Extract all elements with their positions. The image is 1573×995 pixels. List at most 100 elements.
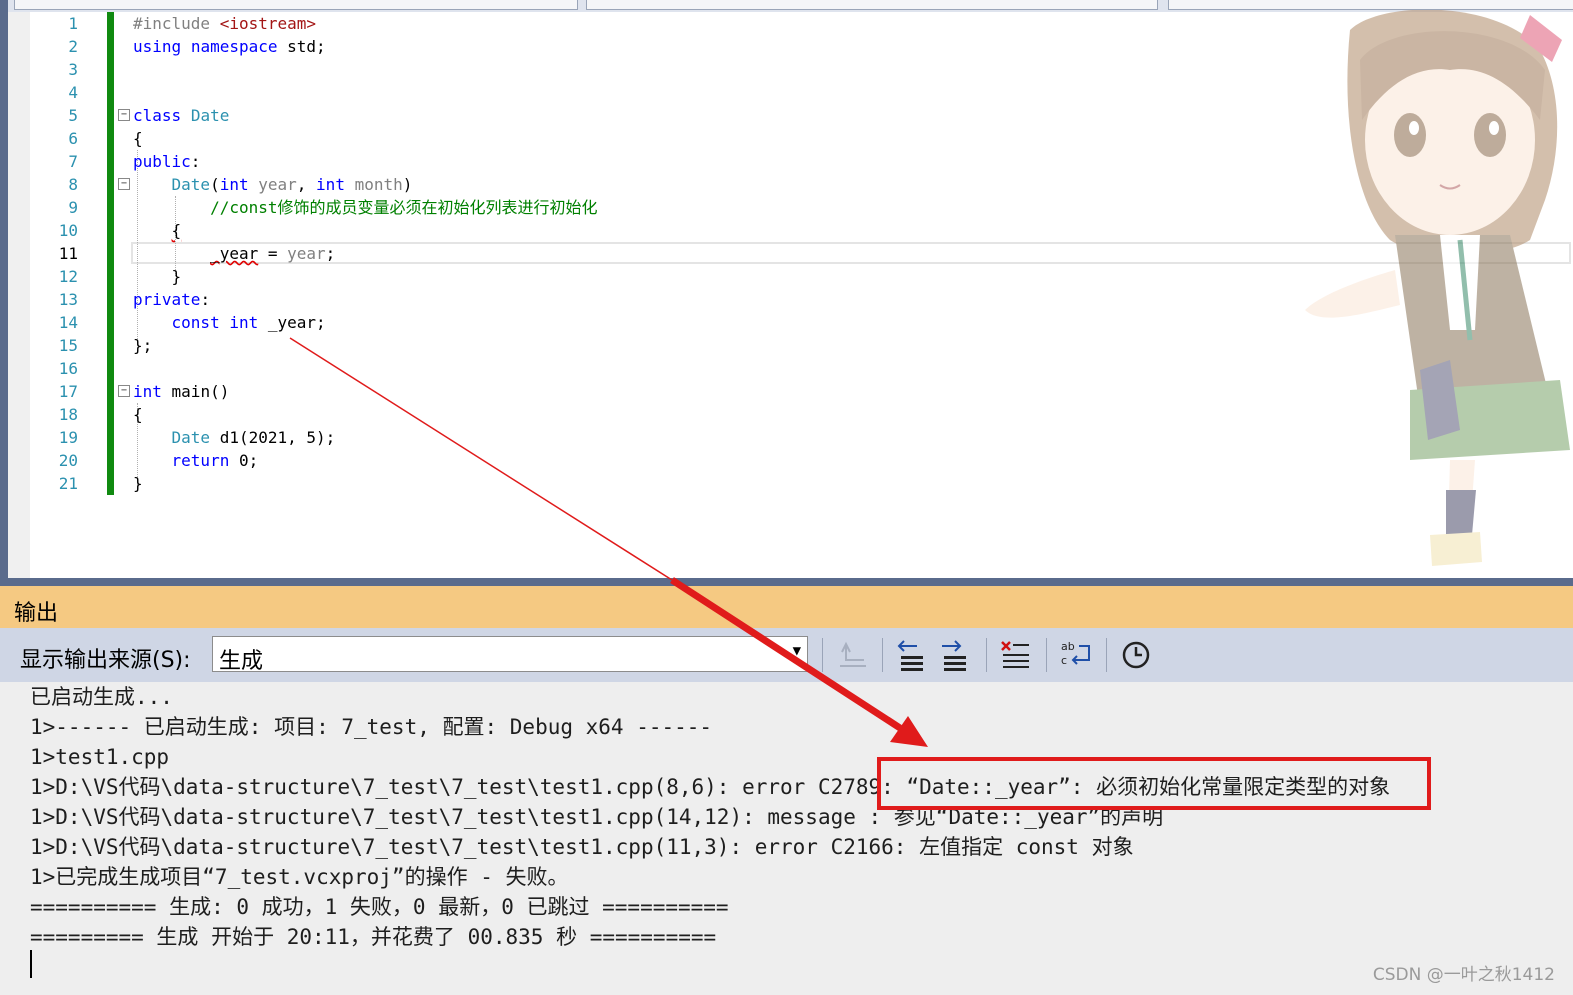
chevron-down-icon: ▼ xyxy=(792,643,801,659)
clear-all-icon[interactable] xyxy=(999,638,1033,672)
collapse-class-icon[interactable]: − xyxy=(118,109,130,121)
line-number: 19 xyxy=(58,428,78,447)
line-number: 10 xyxy=(58,221,78,240)
code-line[interactable]: return 0; xyxy=(133,449,259,472)
code-token: Date xyxy=(171,428,211,447)
code-token: using xyxy=(133,37,182,56)
code-token: : xyxy=(190,152,201,171)
code-token: year xyxy=(287,244,326,263)
code-line[interactable]: }; xyxy=(133,334,152,357)
code-line[interactable]: { xyxy=(133,403,143,426)
code-line[interactable]: { xyxy=(133,127,143,150)
code-token: { xyxy=(133,405,143,424)
code-token: { xyxy=(133,129,143,148)
output-line: 1>test1.cpp xyxy=(30,745,170,769)
toolbar-separator xyxy=(1106,638,1107,672)
output-line: 1>D:\VS代码\data-structure\7_test\7_test\t… xyxy=(30,835,1134,859)
line-number: 3 xyxy=(68,60,78,79)
line-number: 16 xyxy=(58,359,78,378)
code-token: int xyxy=(229,313,259,332)
code-token: int xyxy=(219,175,249,194)
panel-splitter[interactable] xyxy=(0,578,1573,586)
code-line[interactable]: public: xyxy=(133,150,200,173)
toolbar-separator xyxy=(986,638,987,672)
code-line[interactable]: const int _year; xyxy=(133,311,326,334)
code-token: return xyxy=(171,451,230,470)
code-line[interactable]: } xyxy=(133,265,182,288)
code-token: <iostream> xyxy=(219,14,317,33)
editor-tab[interactable] xyxy=(14,0,578,10)
code-token: //const修饰的成员变量必须在初始化列表进行初始化 xyxy=(210,198,598,217)
line-number: 4 xyxy=(68,83,78,102)
previous-message-icon[interactable] xyxy=(895,638,929,672)
line-number: 21 xyxy=(58,474,78,493)
code-line[interactable]: } xyxy=(133,472,143,495)
code-token: std; xyxy=(277,37,326,56)
error-squiggle-token: _year xyxy=(210,244,259,263)
code-token: : xyxy=(200,290,211,309)
code-line[interactable]: //const修饰的成员变量必须在初始化列表进行初始化 xyxy=(133,196,598,219)
code-token: Date xyxy=(190,106,230,125)
code-line[interactable]: #include <iostream> xyxy=(133,12,316,35)
code-token: month xyxy=(354,175,403,194)
toolbar-separator xyxy=(1046,638,1047,672)
code-token: namespace xyxy=(190,37,278,56)
code-token: const xyxy=(171,313,220,332)
code-token: _year; xyxy=(258,313,326,332)
error-highlight-box xyxy=(877,757,1431,810)
editor-tab[interactable] xyxy=(1168,0,1573,10)
svg-text:c: c xyxy=(1061,654,1067,667)
code-line[interactable]: { xyxy=(133,219,182,242)
line-number: 8 xyxy=(68,175,78,194)
code-token: main() xyxy=(161,382,230,401)
code-token: ; xyxy=(325,244,336,263)
output-toolbar: 显示输出来源(S): 生成 ▼ ab c xyxy=(0,628,1573,682)
code-token: Date xyxy=(171,175,211,194)
code-token: int xyxy=(133,382,162,401)
clock-icon[interactable] xyxy=(1119,638,1153,672)
line-number: 14 xyxy=(58,313,78,332)
output-text-area[interactable]: CSDN @一叶之秋1412 已启动生成... 1>------ 已启动生成: 项… xyxy=(0,682,1573,995)
code-token: year xyxy=(258,175,297,194)
line-number: 20 xyxy=(58,451,78,470)
output-line: ========== 生成: 0 成功，1 失败，0 最新，0 已跳过 ====… xyxy=(30,895,729,919)
code-line[interactable]: using namespace std; xyxy=(133,35,326,58)
output-source-label: 显示输出来源(S): xyxy=(20,648,191,673)
code-line[interactable]: Date d1(2021, 5); xyxy=(133,426,336,449)
editor-tab[interactable] xyxy=(586,0,1158,10)
code-token: = xyxy=(258,244,288,263)
output-source-dropdown[interactable]: 生成 ▼ xyxy=(212,636,808,674)
next-message-icon[interactable] xyxy=(938,638,972,672)
code-line[interactable]: int main() xyxy=(133,380,229,403)
line-number: 1 xyxy=(68,14,78,33)
code-token: } xyxy=(133,267,182,286)
code-line[interactable]: Date(int year, int month) xyxy=(133,173,413,196)
output-line: 1>------ 已启动生成: 项目: 7_test, 配置: Debug x6… xyxy=(30,715,713,739)
collapse-main-icon[interactable]: − xyxy=(118,385,130,397)
line-number: 7 xyxy=(68,152,78,171)
change-tracking-bar xyxy=(107,12,114,495)
code-token: ) xyxy=(402,175,413,194)
breakpoint-gutter[interactable] xyxy=(8,12,30,578)
toolbar-separator xyxy=(822,638,823,672)
text-cursor xyxy=(30,950,32,978)
output-line: ========= 生成 开始于 20:11，并花费了 00.835 秒 ===… xyxy=(30,925,717,949)
line-number: 13 xyxy=(58,290,78,309)
code-token: ( xyxy=(210,175,220,194)
toolbar-separator xyxy=(882,638,883,672)
code-line[interactable]: _year = year; xyxy=(133,242,335,265)
word-wrap-icon[interactable]: abc xyxy=(1059,638,1093,672)
collapse-constructor-icon[interactable]: − xyxy=(118,178,130,190)
code-token: , xyxy=(296,175,317,194)
code-token: class xyxy=(133,106,182,125)
output-line: 已启动生成... xyxy=(30,685,173,709)
anime-character-background-image xyxy=(1305,10,1570,566)
go-to-location-icon[interactable] xyxy=(836,638,870,672)
line-number: 17 xyxy=(58,382,78,401)
code-line[interactable]: private: xyxy=(133,288,210,311)
code-line[interactable]: class Date xyxy=(133,104,229,127)
error-squiggle-token: { xyxy=(171,221,182,240)
